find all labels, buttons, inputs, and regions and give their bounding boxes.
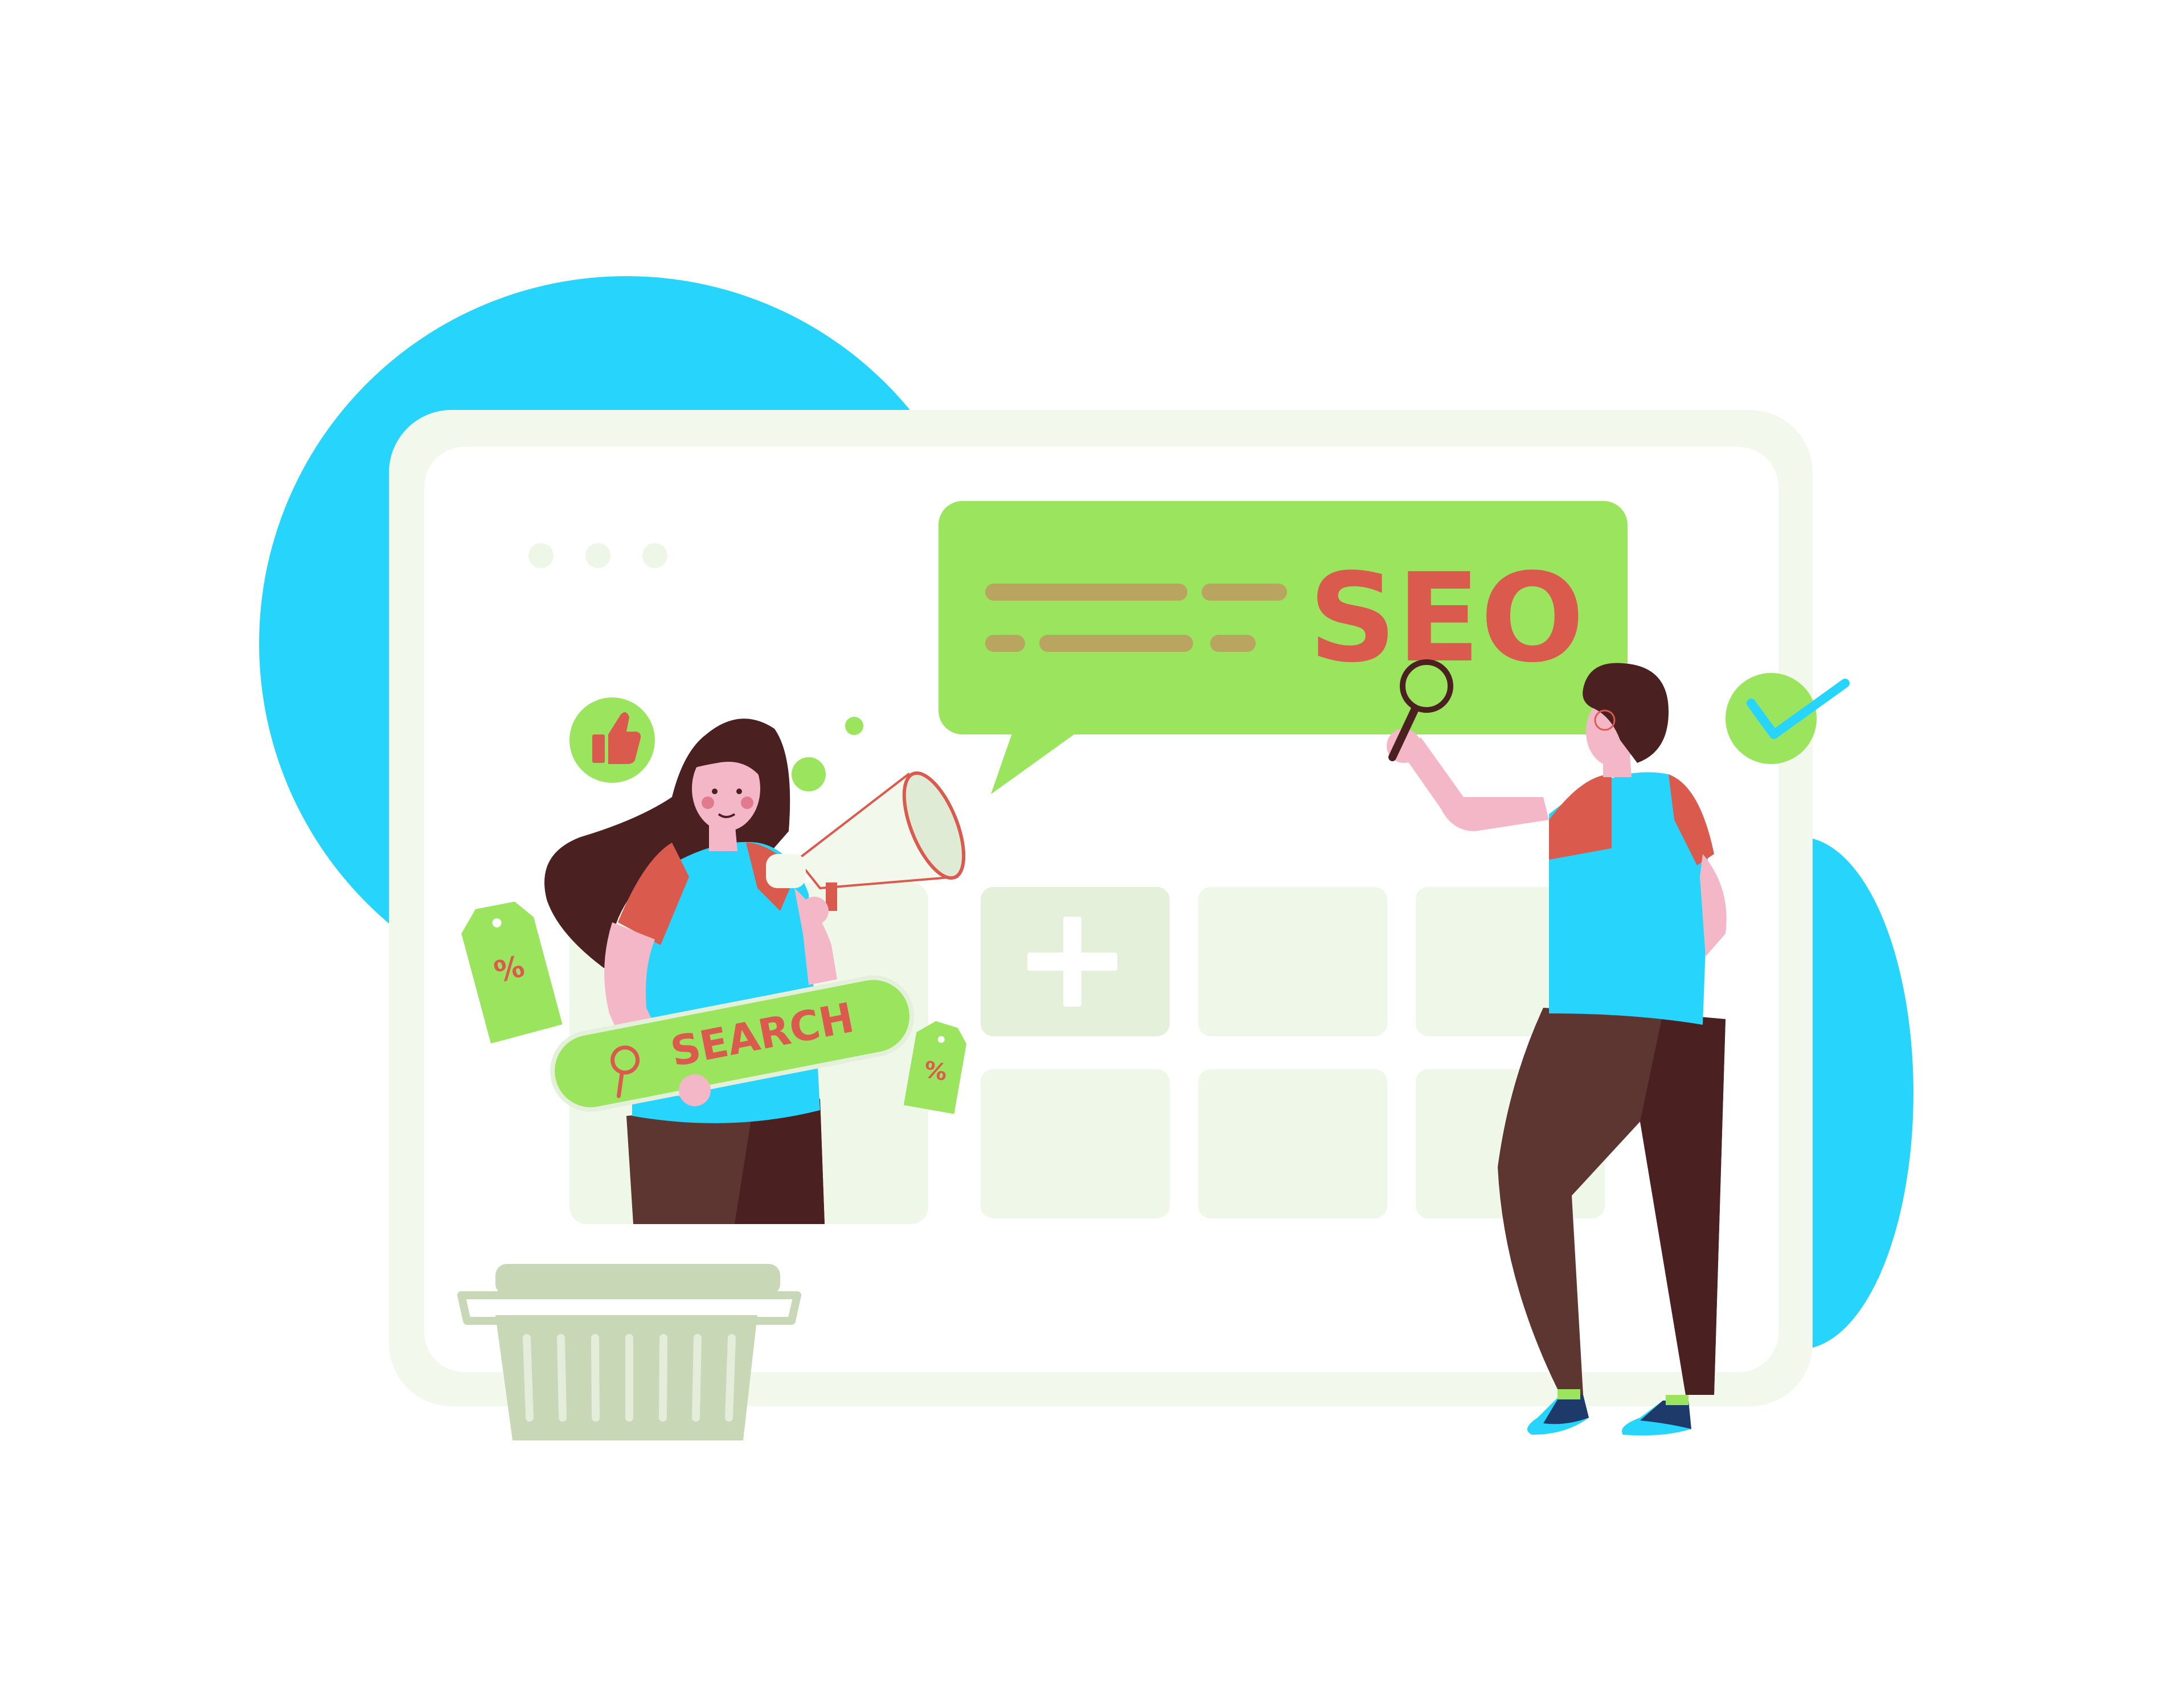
tile (1198, 1069, 1387, 1218)
window-dots (528, 543, 667, 568)
shopping-basket-icon (457, 1264, 801, 1440)
window-dot (528, 543, 554, 568)
check-badge (1726, 673, 1850, 764)
window-dot (585, 543, 610, 568)
price-tag-label: % (922, 1057, 949, 1086)
tile (1198, 887, 1387, 1036)
decor-bubble (845, 717, 863, 735)
tile (981, 1069, 1170, 1218)
decor-bubble (792, 757, 826, 791)
seo-illustration: SEO % % SEARCH (259, 276, 1913, 1440)
seo-label: SEO (1309, 547, 1585, 689)
hand (679, 1074, 711, 1106)
thumbs-up-badge (569, 697, 655, 783)
window-dot (642, 543, 667, 568)
